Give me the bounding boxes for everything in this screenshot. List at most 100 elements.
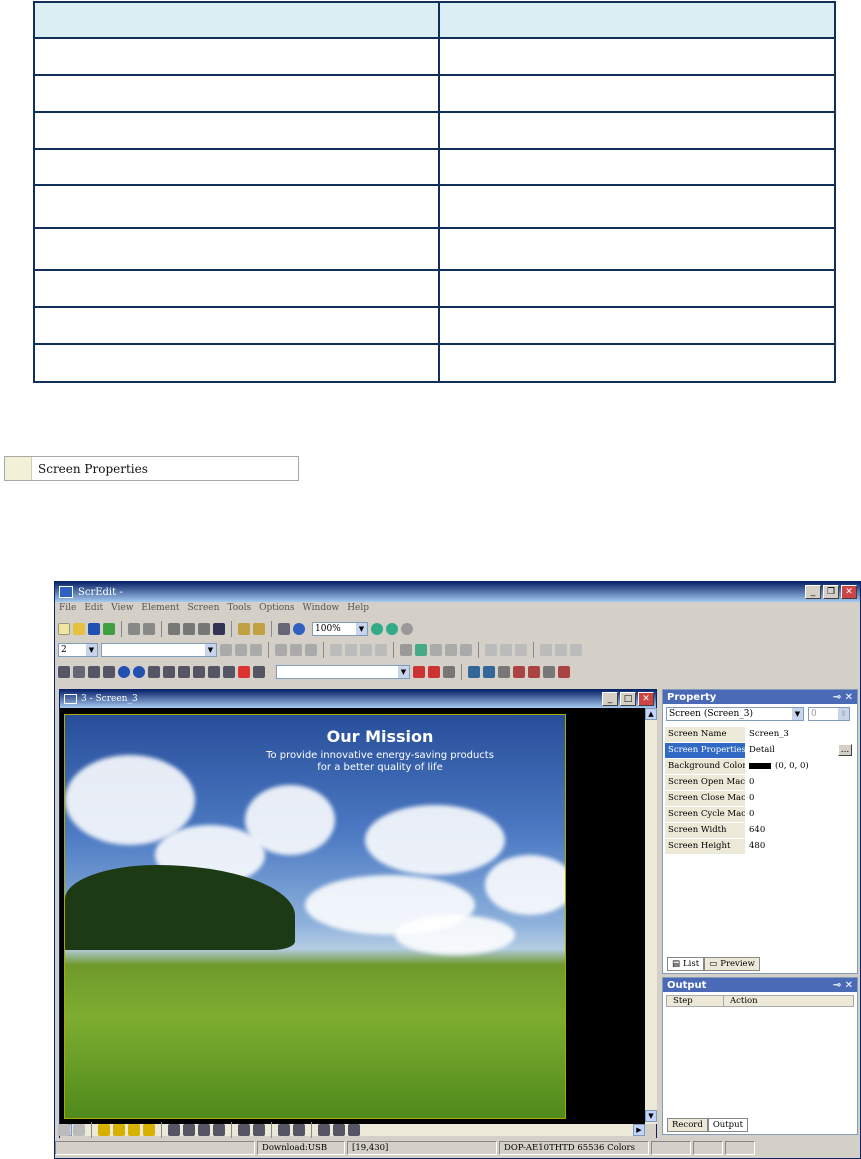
redo-icon[interactable]: [143, 623, 155, 635]
distribute-icon[interactable]: [213, 1124, 225, 1136]
tab-preview[interactable]: ▭ Preview: [704, 957, 760, 971]
object-selector-combo[interactable]: Screen (Screen_3) ▼: [666, 707, 804, 721]
menu-window[interactable]: Window: [303, 603, 340, 617]
property-row[interactable]: Background Color (0, 0, 0): [665, 758, 855, 774]
layout-icon[interactable]: [430, 644, 442, 656]
graph-element-icon[interactable]: [103, 666, 115, 678]
nav-forward-icon[interactable]: [483, 666, 495, 678]
scroll-right-icon[interactable]: ▶: [633, 1124, 645, 1136]
center-icon[interactable]: [253, 1124, 265, 1136]
same-height-icon[interactable]: [293, 1124, 305, 1136]
export-icon[interactable]: [103, 623, 115, 635]
curve-element-icon[interactable]: [118, 666, 130, 678]
close-button[interactable]: ✕: [638, 692, 654, 706]
zoom-combo[interactable]: 100% ▼: [312, 622, 368, 636]
distribute-icon[interactable]: [183, 1124, 195, 1136]
download-icon[interactable]: [513, 666, 525, 678]
chart-element-icon[interactable]: [238, 666, 250, 678]
property-row[interactable]: Screen Name Screen_3: [665, 726, 855, 742]
nav-back-icon[interactable]: [468, 666, 480, 678]
align-icon[interactable]: [73, 1124, 85, 1136]
output-col-step[interactable]: Step: [667, 996, 724, 1006]
menu-element[interactable]: Element: [141, 603, 179, 617]
align-icon[interactable]: [58, 1124, 70, 1136]
size-icon[interactable]: [333, 1124, 345, 1136]
align-center-icon[interactable]: [235, 644, 247, 656]
order-front-icon[interactable]: [98, 1124, 110, 1136]
align-right-icon[interactable]: [250, 644, 262, 656]
window-icon[interactable]: [543, 666, 555, 678]
lamp-element-icon[interactable]: [73, 666, 85, 678]
save-icon[interactable]: [88, 623, 100, 635]
meter-element-icon[interactable]: [88, 666, 100, 678]
output-col-action[interactable]: Action: [724, 996, 853, 1006]
close-button[interactable]: ✕: [841, 585, 857, 599]
maximize-button[interactable]: □: [620, 692, 636, 706]
italic-icon[interactable]: [360, 644, 372, 656]
distribute-icon[interactable]: [198, 1124, 210, 1136]
copy-icon[interactable]: [183, 623, 195, 635]
property-row[interactable]: Screen Height 480: [665, 838, 855, 854]
order-backward-icon[interactable]: [143, 1124, 155, 1136]
property-row[interactable]: Screen Cycle Macro 0: [665, 806, 855, 822]
bold-icon[interactable]: [345, 644, 357, 656]
restore-button[interactable]: ❐: [823, 585, 839, 599]
paste-icon[interactable]: [198, 623, 210, 635]
property-row[interactable]: Screen Width 640: [665, 822, 855, 838]
menu-file[interactable]: File: [59, 603, 76, 617]
layout-icon[interactable]: [460, 644, 472, 656]
align-top-icon[interactable]: [275, 644, 287, 656]
menu-screen[interactable]: Screen: [187, 603, 219, 617]
menu-help[interactable]: Help: [347, 603, 369, 617]
tab-record[interactable]: Record: [667, 1118, 708, 1132]
font-combo[interactable]: ▼: [101, 643, 217, 657]
scroll-up-icon[interactable]: ▲: [645, 708, 657, 720]
screen-icon[interactable]: [238, 623, 250, 635]
fill-icon[interactable]: [415, 644, 427, 656]
new-file-icon[interactable]: [58, 623, 70, 635]
size-icon[interactable]: [348, 1124, 360, 1136]
pin-close-icon[interactable]: ⊸ ✕: [833, 692, 853, 703]
pen-icon[interactable]: [400, 644, 412, 656]
order-back-icon[interactable]: [113, 1124, 125, 1136]
tab-output[interactable]: Output: [707, 1118, 749, 1132]
order-icon[interactable]: [485, 644, 497, 656]
style-combo[interactable]: 2 ▼: [58, 643, 98, 657]
property-row[interactable]: Screen Open Macro 0: [665, 774, 855, 790]
group-icon[interactable]: [555, 644, 567, 656]
property-icon[interactable]: [443, 666, 455, 678]
ellipsis-button[interactable]: ...: [838, 744, 852, 756]
help-icon[interactable]: [293, 623, 305, 635]
open-folder-icon[interactable]: [73, 623, 85, 635]
pointer-icon[interactable]: [428, 666, 440, 678]
menu-options[interactable]: Options: [259, 603, 294, 617]
trend-element-icon[interactable]: [208, 666, 220, 678]
align-left-icon[interactable]: [220, 644, 232, 656]
scroll-down-icon[interactable]: ▼: [645, 1110, 657, 1122]
minimize-button[interactable]: _: [602, 692, 618, 706]
layout-icon[interactable]: [445, 644, 457, 656]
size-icon[interactable]: [318, 1124, 330, 1136]
menu-tools[interactable]: Tools: [227, 603, 251, 617]
element-combo[interactable]: ▼: [276, 665, 410, 679]
menu-view[interactable]: View: [111, 603, 133, 617]
group-icon[interactable]: [570, 644, 582, 656]
group-icon[interactable]: [540, 644, 552, 656]
align-middle-icon[interactable]: [290, 644, 302, 656]
upload-icon[interactable]: [528, 666, 540, 678]
find-icon[interactable]: [213, 623, 225, 635]
property-row[interactable]: Screen Properties Detail ...: [665, 742, 855, 758]
property-row[interactable]: Screen Close Macro 0: [665, 790, 855, 806]
picture-element-icon[interactable]: [193, 666, 205, 678]
alarm-element-icon[interactable]: [223, 666, 235, 678]
zoom-out-icon[interactable]: [386, 623, 398, 635]
display-element-icon[interactable]: [178, 666, 190, 678]
distribute-icon[interactable]: [168, 1124, 180, 1136]
pattern-element-icon[interactable]: [148, 666, 160, 678]
font-color-icon[interactable]: [330, 644, 342, 656]
circle-element-icon[interactable]: [133, 666, 145, 678]
zoom-in-icon[interactable]: [371, 623, 383, 635]
print-icon[interactable]: [278, 623, 290, 635]
menu-edit[interactable]: Edit: [84, 603, 103, 617]
screen-open-icon[interactable]: [253, 623, 265, 635]
